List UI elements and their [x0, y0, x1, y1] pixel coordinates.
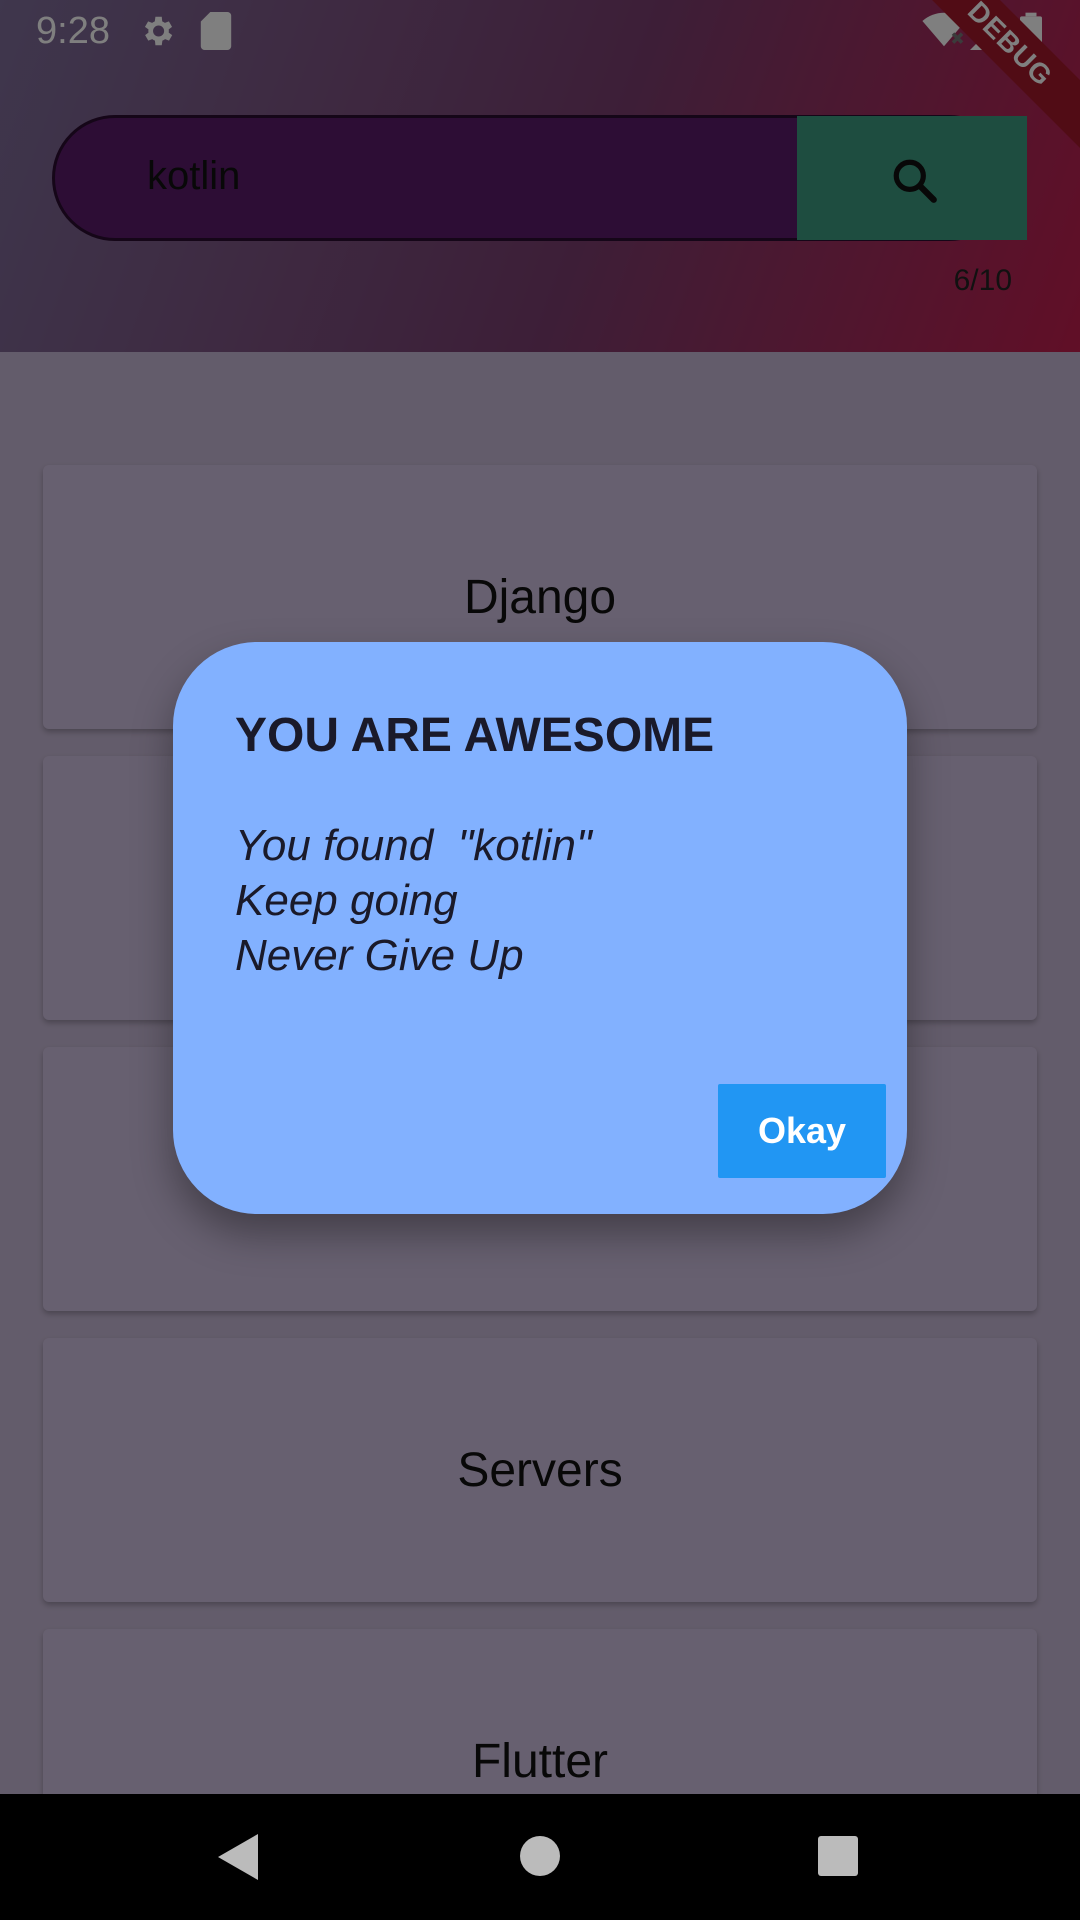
recents-icon[interactable]	[818, 1836, 858, 1876]
dialog-body: You found "kotlin" Keep going Never Give…	[235, 818, 592, 983]
dialog-line: Never Give Up	[235, 931, 524, 980]
dialog-title: YOU ARE AWESOME	[235, 709, 715, 762]
navigation-bar	[0, 1794, 1080, 1920]
okay-button[interactable]: Okay	[718, 1084, 886, 1178]
dialog-line: You found "kotlin"	[235, 821, 592, 870]
back-icon[interactable]	[218, 1834, 258, 1885]
home-icon[interactable]	[520, 1836, 560, 1876]
dialog-line: Keep going	[235, 876, 458, 925]
alert-dialog: YOU ARE AWESOME You found "kotlin" Keep …	[173, 642, 907, 1214]
